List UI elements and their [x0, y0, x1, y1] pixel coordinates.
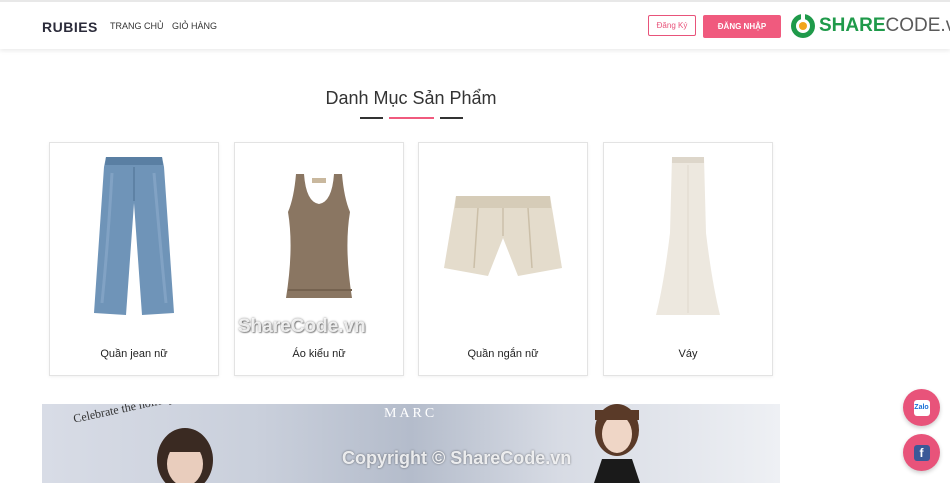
model-portrait-right — [594, 404, 640, 483]
category-card-jeans[interactable]: Quần jean nữ — [49, 142, 219, 376]
top-navbar: RUBIES TRANG CHỦ GIỎ HÀNG Đăng Ký ĐĂNG N… — [0, 0, 950, 49]
sharecode-emblem-icon — [791, 13, 815, 38]
nav-cart-link[interactable]: GIỎ HÀNG — [172, 21, 217, 31]
shorts-image — [419, 143, 587, 333]
sharecode-logo-light: CODE.vn — [885, 15, 950, 36]
facebook-button[interactable]: f — [903, 434, 940, 471]
category-card-shorts[interactable]: Quần ngắn nữ — [418, 142, 588, 376]
sharecode-logo[interactable]: SHARECODE.vn — [790, 13, 950, 39]
section-title: Danh Mục Sản Phẩm — [325, 88, 497, 108]
model-portrait-left — [157, 428, 213, 483]
category-label[interactable]: Váy — [604, 348, 772, 360]
category-label[interactable]: Quần ngắn nữ — [419, 348, 587, 360]
skirt-image — [604, 143, 772, 333]
brand-logo[interactable]: RUBIES — [42, 19, 98, 35]
copyright-watermark: Copyright © ShareCode.vn — [342, 448, 572, 468]
title-divider-center — [389, 117, 434, 119]
category-card-skirt[interactable]: Váy — [603, 142, 773, 376]
zalo-chat-button[interactable]: Zalo — [903, 389, 940, 426]
login-button[interactable]: ĐĂNG NHẬP — [703, 15, 781, 38]
promo-banner[interactable]: Celebrate the holidays with the beauty t… — [42, 404, 780, 483]
jeans-image — [50, 143, 218, 333]
nav-home-link[interactable]: TRANG CHỦ — [110, 21, 164, 31]
title-divider-left — [360, 117, 383, 119]
watermark-text: ShareCode.vn — [238, 316, 366, 337]
sharecode-logo-bold: SHARE — [819, 15, 886, 36]
register-button[interactable]: Đăng Ký — [648, 15, 696, 36]
title-divider-right — [440, 117, 463, 119]
category-card-tank-top[interactable]: Áo kiểu nữ — [234, 142, 404, 376]
facebook-icon: f — [913, 444, 930, 461]
category-label[interactable]: Quần jean nữ — [50, 348, 218, 360]
category-label[interactable]: Áo kiểu nữ — [235, 348, 403, 360]
banner-brand: MARC — [384, 406, 438, 421]
zalo-icon: Zalo — [913, 399, 930, 416]
tank-top-image — [235, 143, 403, 333]
